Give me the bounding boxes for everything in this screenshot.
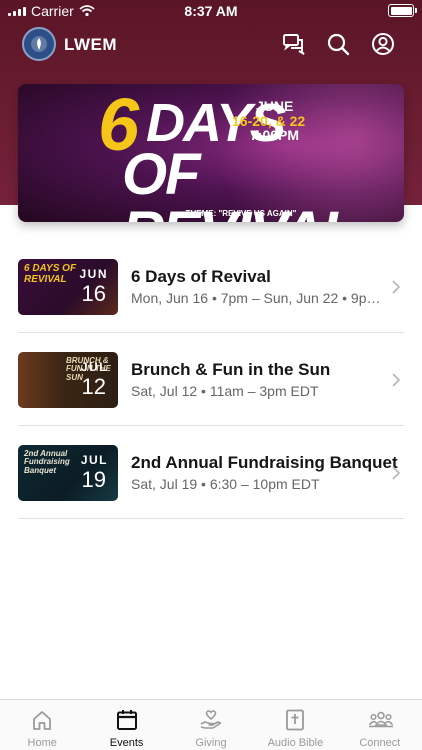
status-bar: Carrier 8:37 AM [0,0,422,22]
banner-month: JUNE [256,98,294,114]
clock: 8:37 AM [184,3,238,19]
tab-bar: Home Events Giving Audio Bible Connect [0,699,422,750]
giving-hand-icon [200,710,222,729]
event-datetime: Mon, Jun 16 • 7pm – Sun, Jun 22 • 9pm ED… [131,290,383,306]
tab-connect[interactable]: Connect [338,700,422,750]
logo-flame-icon [31,36,47,52]
tab-giving[interactable]: Giving [169,700,253,750]
app-title: LWEM [64,35,117,54]
event-day: 19 [81,467,106,492]
event-month: JUL [80,453,108,467]
event-row-revival[interactable]: 6 DAYS OF REVIVAL JUN 16 6 Days of Reviv… [0,240,422,333]
event-list: 6 DAYS OF REVIVAL JUN 16 6 Days of Reviv… [0,240,422,519]
featured-banner[interactable]: 6 DAYS OF REVIVAL JUNE 16-20, & 22 7:00P… [18,84,404,222]
event-thumbnail: 6 DAYS OF REVIVAL JUN 16 [18,259,118,315]
bible-icon [286,709,305,731]
app-logo[interactable] [22,27,56,61]
battery-icon [388,4,417,17]
people-icon [368,711,393,728]
chevron-right-icon [392,280,400,294]
event-day: 12 [81,374,106,399]
profile-icon[interactable] [371,32,395,56]
tab-audio-bible[interactable]: Audio Bible [253,700,337,750]
banner-theme: THEME: "REVIVE US AGAIN" [185,209,297,218]
event-title: 6 Days of Revival [131,267,271,286]
tab-home[interactable]: Home [0,700,84,750]
tab-events[interactable]: Events [84,700,168,750]
app-header: LWEM [0,24,422,64]
tab-label: Home [27,737,57,749]
event-title: Brunch & Fun in the Sun [131,360,331,379]
event-month: JUN [79,267,108,281]
event-thumbnail: BRUNCH & FUN IN THE SUN JUL 12 [18,352,118,408]
event-datetime: Sat, Jul 19 • 6:30 – 10pm EDT [131,476,320,492]
chat-icon[interactable] [282,32,306,56]
event-month: JUL [80,360,108,374]
event-row-banquet[interactable]: 2nd Annual Fundraising Banquet JUL 19 2n… [0,426,422,519]
tab-label: Giving [195,737,227,749]
tab-label: Events [109,737,144,749]
banner-time: 7:00PM [250,127,300,143]
chevron-right-icon [392,466,400,480]
home-icon [33,711,52,730]
thumbnail-art-text: 2nd Annual Fundraising Banquet [24,449,70,475]
chevron-right-icon [392,373,400,387]
event-thumbnail: 2nd Annual Fundraising Banquet JUL 19 [18,445,118,501]
event-row-brunch[interactable]: BRUNCH & FUN IN THE SUN JUL 12 Brunch & … [0,333,422,426]
event-day: 16 [81,281,106,306]
tab-label: Connect [359,737,401,749]
tab-label: Audio Bible [267,737,324,749]
row-divider [18,518,404,519]
event-datetime: Sat, Jul 12 • 11am – 3pm EDT [131,383,319,399]
calendar-icon [116,710,137,730]
event-title: 2nd Annual Fundraising Banquet [131,453,398,472]
search-icon[interactable] [326,32,350,56]
